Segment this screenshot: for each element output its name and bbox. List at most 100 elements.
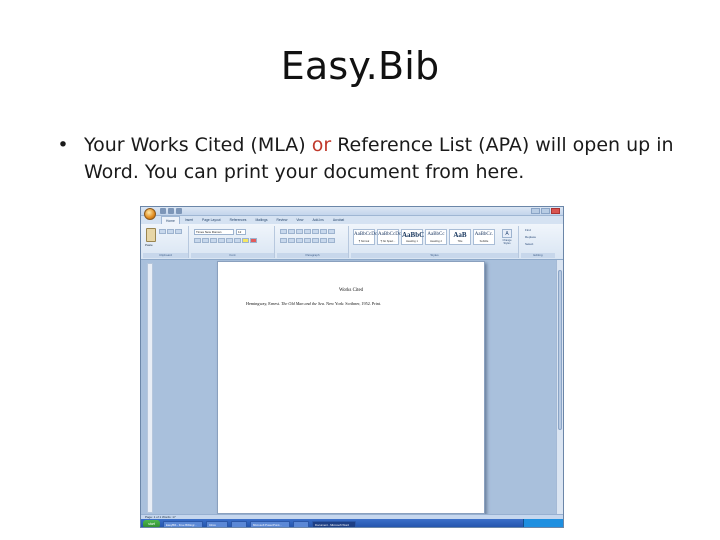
system-tray xyxy=(523,519,563,527)
tab-acrobat[interactable]: Acrobat xyxy=(329,216,348,224)
change-styles-button[interactable]: A Change Styles xyxy=(501,229,513,247)
quick-access-toolbar xyxy=(160,208,182,214)
style-heading-2-sample: AaBbCc xyxy=(427,232,445,237)
tab-insert[interactable]: Insert xyxy=(181,216,197,224)
style-heading-1[interactable]: AaBbC Heading 1 xyxy=(401,229,425,245)
editing-replace[interactable]: Replace xyxy=(525,234,536,240)
style-title-name: Title xyxy=(457,240,463,243)
window-controls xyxy=(531,208,560,214)
justify-icon[interactable] xyxy=(304,238,311,243)
windows-taskbar: start EasyBib - Free Bibliogr... Inbox M… xyxy=(141,519,563,527)
font-color-icon[interactable] xyxy=(250,238,257,243)
style-heading-1-sample: AaBbC xyxy=(402,231,425,239)
tab-mailings[interactable]: Mailings xyxy=(251,216,271,224)
style-normal-name: ¶ Normal xyxy=(358,240,370,243)
italic-icon[interactable] xyxy=(202,238,209,243)
style-heading-2-name: Heading 2 xyxy=(430,240,442,243)
taskbar-item-word[interactable]: Document - Microsoft Word xyxy=(312,520,356,527)
editing-find[interactable]: Find xyxy=(525,227,531,233)
style-subtitle[interactable]: AaBbCc. Subtitle xyxy=(473,229,495,245)
document-page[interactable]: Works Cited Hemingway, Ernest. The Old M… xyxy=(217,261,485,514)
taskbar-item-app-2[interactable] xyxy=(293,520,309,527)
vertical-scrollbar[interactable] xyxy=(556,260,563,514)
save-icon[interactable] xyxy=(160,208,166,214)
ribbon-tabs: Home Insert Page Layout References Maili… xyxy=(141,216,563,224)
close-button[interactable] xyxy=(551,208,560,214)
text-highlight-icon[interactable] xyxy=(242,238,249,243)
change-styles-label: Change Styles xyxy=(502,239,512,245)
decrease-indent-icon[interactable] xyxy=(304,229,311,234)
align-row xyxy=(280,238,335,243)
style-title-sample: AaB xyxy=(453,231,467,239)
maximize-button[interactable] xyxy=(541,208,550,214)
font-format-row xyxy=(194,238,257,243)
copy-icon[interactable] xyxy=(167,229,174,234)
citation-entry: Hemingway, Ernest. The Old Man and the S… xyxy=(246,301,461,306)
align-right-icon[interactable] xyxy=(296,238,303,243)
office-button-icon[interactable] xyxy=(144,208,156,220)
font-group-label: Font xyxy=(191,253,274,258)
word-titlebar xyxy=(141,207,563,216)
style-no-spacing[interactable]: AaBbCcDc ¶ No Spaci... xyxy=(377,229,402,245)
font-group: Times New Roman 12 Font xyxy=(191,226,275,258)
show-marks-icon[interactable] xyxy=(328,229,335,234)
style-heading-2[interactable]: AaBbCc Heading 2 xyxy=(425,229,447,245)
superscript-icon[interactable] xyxy=(234,238,241,243)
bullet-text-part1: Your Works Cited (MLA) xyxy=(84,134,312,156)
cut-icon[interactable] xyxy=(159,229,166,234)
numbering-icon[interactable] xyxy=(288,229,295,234)
shading-icon[interactable] xyxy=(320,238,327,243)
undo-icon[interactable] xyxy=(168,208,174,214)
taskbar-item-powerpoint[interactable]: Microsoft PowerPoint... xyxy=(250,520,290,527)
tab-view[interactable]: View xyxy=(292,216,307,224)
tab-add-ins[interactable]: Add-Ins xyxy=(308,216,327,224)
paste-label: Paste xyxy=(145,243,153,247)
bullet-highlight-or: or xyxy=(311,134,332,156)
editing-select[interactable]: Select xyxy=(525,241,533,247)
clipboard-group: Paste Clipboard xyxy=(143,226,189,258)
styles-group-label: Styles xyxy=(351,253,518,258)
font-size-field[interactable]: 12 xyxy=(236,229,246,235)
style-normal[interactable]: AaBbCcDc ¶ Normal xyxy=(353,229,378,245)
bullets-icon[interactable] xyxy=(280,229,287,234)
strikethrough-icon[interactable] xyxy=(218,238,225,243)
tab-references[interactable]: References xyxy=(226,216,251,224)
word-screenshot: Home Insert Page Layout References Maili… xyxy=(140,206,564,528)
borders-icon[interactable] xyxy=(328,238,335,243)
style-heading-1-name: Heading 1 xyxy=(406,240,418,243)
cut-copy-row xyxy=(159,229,182,234)
minimize-button[interactable] xyxy=(531,208,540,214)
paste-icon[interactable] xyxy=(146,228,156,242)
vertical-ruler xyxy=(147,263,153,513)
style-no-spacing-sample: AaBbCcDc xyxy=(378,232,402,237)
font-name-field[interactable]: Times New Roman xyxy=(194,229,234,235)
list-row xyxy=(280,229,335,234)
underline-icon[interactable] xyxy=(210,238,217,243)
bullet-text: Your Works Cited (MLA) or Reference List… xyxy=(56,132,696,186)
scroll-thumb[interactable] xyxy=(558,270,562,430)
align-left-icon[interactable] xyxy=(280,238,287,243)
style-subtitle-sample: AaBbCc. xyxy=(474,232,494,237)
line-spacing-icon[interactable] xyxy=(312,238,319,243)
start-button[interactable]: start xyxy=(143,520,160,527)
taskbar-item-easybib[interactable]: EasyBib - Free Bibliogr... xyxy=(163,520,203,527)
bold-icon[interactable] xyxy=(194,238,201,243)
tab-page-layout[interactable]: Page Layout xyxy=(198,216,225,224)
multilevel-list-icon[interactable] xyxy=(296,229,303,234)
sort-icon[interactable] xyxy=(320,229,327,234)
style-title[interactable]: AaB Title xyxy=(449,229,471,245)
taskbar-item-inbox[interactable]: Inbox xyxy=(206,520,228,527)
subscript-icon[interactable] xyxy=(226,238,233,243)
tab-review[interactable]: Review xyxy=(273,216,292,224)
redo-icon[interactable] xyxy=(176,208,182,214)
works-cited-heading: Works Cited xyxy=(339,288,363,293)
change-styles-icon: A xyxy=(502,229,512,238)
format-painter-icon[interactable] xyxy=(175,229,182,234)
style-normal-sample: AaBbCcDc xyxy=(354,232,378,237)
increase-indent-icon[interactable] xyxy=(312,229,319,234)
styles-group: AaBbCcDc ¶ Normal AaBbCcDc ¶ No Spaci...… xyxy=(351,226,519,258)
citation-publication: . New York: Scribner, 1952. Print. xyxy=(324,301,382,306)
tab-home[interactable]: Home xyxy=(161,216,180,224)
taskbar-item-app[interactable] xyxy=(231,520,247,527)
align-center-icon[interactable] xyxy=(288,238,295,243)
